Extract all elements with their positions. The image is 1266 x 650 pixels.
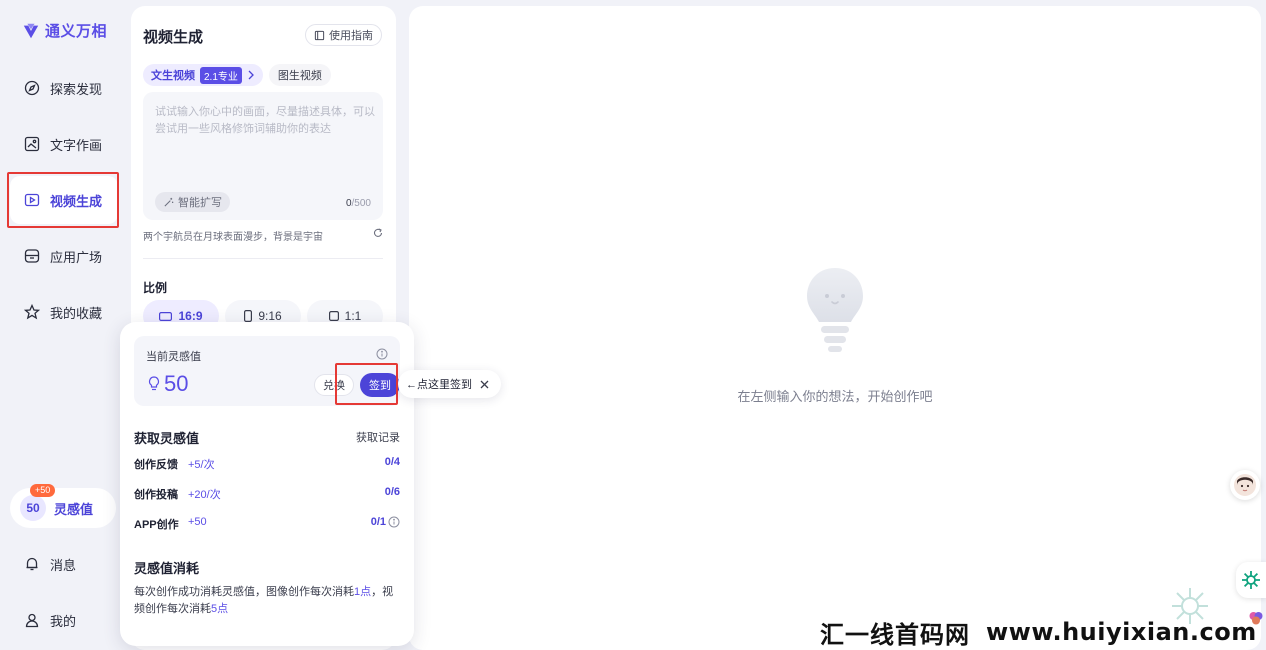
nav-item-text-to-image[interactable]: 文字作画: [10, 120, 118, 168]
app-name: 通义万相: [45, 23, 108, 40]
nav-item-favorites[interactable]: 我的收藏: [10, 288, 118, 336]
store-icon: [24, 249, 40, 263]
sign-in-hint-text: ←点这里签到: [406, 379, 472, 391]
guide-button[interactable]: 使用指南: [305, 24, 382, 46]
tab-image-to-video[interactable]: 图生视频: [268, 64, 331, 86]
nav-item-profile[interactable]: 我的: [10, 596, 118, 644]
example-prompt-text: 两个宇航员在月球表面漫步，背景是宇宙: [143, 232, 323, 243]
divider: [143, 258, 383, 259]
logo-icon: [23, 23, 39, 38]
square-icon: [328, 311, 339, 321]
earn-row-app-progress: 0/1: [371, 516, 400, 528]
tab-label: 文生视频: [151, 70, 195, 82]
openai-icon: [1242, 571, 1260, 589]
smart-expand-button[interactable]: 智能扩写: [155, 192, 230, 212]
nav-item-label: 视频生成: [50, 193, 103, 209]
char-counter: 0/500: [345, 198, 371, 209]
portrait-icon: [244, 310, 253, 322]
app-logo[interactable]: 通义万相: [22, 20, 107, 41]
chevron-right-icon: [248, 70, 254, 80]
nav-item-messages[interactable]: 消息: [10, 540, 118, 588]
tab-text-to-video[interactable]: 文生视频 2.1专业: [143, 64, 263, 86]
watermark-cn: 汇一线首码网: [820, 620, 970, 649]
credits-value: 50: [20, 495, 46, 521]
smart-expand-label: 智能扩写: [178, 197, 222, 209]
mode-tabs: 文生视频 2.1专业 图生视频: [143, 64, 331, 86]
watermark: 汇一线首码网 www.huiyixian.com: [820, 614, 1257, 650]
compass-icon: [24, 80, 40, 96]
nav-item-explore[interactable]: 探索发现: [10, 64, 118, 112]
panel-title: 视频生成: [143, 29, 204, 46]
ratio-title: 比例: [143, 281, 168, 295]
prompt-input[interactable]: 试试输入你心中的画面，尽量描述具体，可以尝试用一些风格修饰词辅助你的表达 智能扩…: [143, 92, 383, 220]
credits-bonus-badge: +50: [30, 484, 56, 497]
star-icon: [24, 304, 40, 320]
consume-credits-desc: 每次创作成功消耗灵感值，图像创作每次消耗1点，视频创作每次消耗5点: [134, 586, 394, 615]
current-credits-label: 当前灵感值: [146, 351, 201, 363]
left-nav: 通义万相 探索发现 文字作画 视频生成 应用广场 我的收藏 +50 50 灵感值…: [0, 0, 124, 650]
bell-icon: [26, 557, 38, 571]
magic-wand-icon: [164, 197, 174, 207]
consume-credits-title: 灵感值消耗: [134, 561, 200, 576]
exchange-button[interactable]: 兑换: [314, 374, 354, 396]
nav-item-video-generation[interactable]: 视频生成: [10, 176, 118, 224]
info-icon[interactable]: [376, 348, 388, 360]
avatar-icon: [1234, 474, 1256, 496]
earn-record-link[interactable]: 获取记录: [356, 429, 400, 445]
user-icon: [25, 613, 39, 628]
current-credits: 50: [148, 371, 188, 397]
credits-pill[interactable]: +50 50 灵感值: [10, 484, 116, 528]
earn-row-app: APP创作 +50 0/1: [134, 516, 400, 532]
info-icon[interactable]: [388, 516, 400, 528]
landscape-icon: [159, 311, 173, 321]
nav-item-label: 应用广场: [50, 249, 103, 265]
image-icon: [24, 136, 40, 152]
watermark-url: www.huiyixian.com: [986, 618, 1257, 646]
lightbulb-icon: [148, 376, 160, 391]
current-credits-value: 50: [164, 371, 189, 396]
nav-item-label: 我的收藏: [50, 305, 103, 321]
credits-label: 灵感值: [54, 501, 94, 517]
sign-in-button[interactable]: 签到: [360, 373, 400, 397]
empty-state-text: 在左侧输入你的想法，开始创作吧: [737, 389, 933, 404]
video-icon: [24, 193, 40, 207]
sign-in-hint-tooltip: ←点这里签到: [398, 370, 501, 398]
lightbulb-illustration: [807, 268, 863, 352]
nav-item-label: 我的: [50, 613, 77, 629]
nav-item-label: 文字作画: [50, 137, 103, 153]
close-icon[interactable]: [480, 380, 489, 389]
assistant-avatar-button[interactable]: [1230, 470, 1260, 500]
prompt-placeholder: 试试输入你心中的画面，尽量描述具体，可以尝试用一些风格修饰词辅助你的表达: [155, 106, 375, 135]
refresh-icon[interactable]: [373, 228, 383, 238]
model-version-badge: 2.1专业: [200, 66, 242, 84]
nav-item-label: 探索发现: [50, 81, 103, 97]
preview-area: 在左侧输入你的想法，开始创作吧: [409, 6, 1261, 650]
earn-row-submission: 创作投稿 +20/次 0/6: [134, 486, 400, 501]
earn-credits-title: 获取灵感值: [134, 431, 200, 446]
nav-item-app-store[interactable]: 应用广场: [10, 232, 118, 280]
book-icon: [314, 30, 325, 40]
current-credits-card: 当前灵感值 50 兑换 签到: [134, 336, 400, 406]
nav-item-label: 消息: [50, 557, 77, 573]
earn-row-feedback: 创作反馈 +5/次 0/4: [134, 456, 400, 471]
guide-label: 使用指南: [329, 30, 373, 42]
ai-assistant-button[interactable]: [1236, 562, 1266, 598]
example-prompt[interactable]: 两个宇航员在月球表面漫步，背景是宇宙: [143, 228, 383, 243]
credits-popover: 当前灵感值 50 兑换 签到 获取灵感值 获取记录 创作反馈 +5/次 0/4 …: [120, 322, 414, 646]
